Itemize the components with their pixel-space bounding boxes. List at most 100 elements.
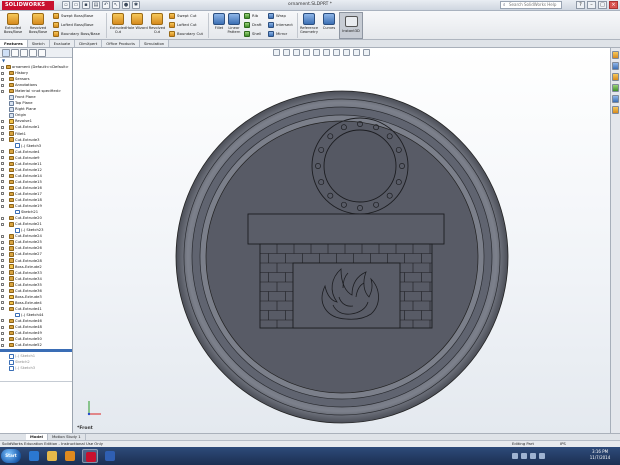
reference-geometry-button[interactable]: Reference Geometry — [297, 13, 321, 34]
taskbar-media[interactable] — [62, 449, 78, 463]
tab-dimxpert[interactable]: DimXpert — [75, 40, 103, 47]
dimxpert-manager-icon[interactable] — [29, 49, 37, 57]
volume-icon[interactable] — [530, 453, 536, 459]
flag-icon[interactable] — [539, 453, 545, 459]
property-manager-icon[interactable] — [11, 49, 19, 57]
swept-boss-button[interactable]: Swept Boss/Base — [52, 12, 93, 20]
expand-toggle-icon[interactable] — [1, 325, 4, 329]
tab-evaluate[interactable]: Evaluate — [49, 40, 76, 47]
expand-toggle-icon[interactable] — [1, 307, 4, 311]
expand-toggle-icon[interactable] — [1, 65, 4, 69]
extruded-boss-button[interactable]: Extruded Boss/Base — [2, 13, 24, 34]
taskbar-solidworks[interactable] — [82, 449, 98, 463]
expand-toggle-icon[interactable] — [1, 204, 4, 208]
expand-toggle-icon[interactable] — [1, 186, 4, 190]
solidworks-resources-icon[interactable] — [612, 51, 619, 59]
expand-toggle-icon[interactable] — [1, 156, 4, 160]
instant3d-button[interactable]: Instant3D — [339, 12, 363, 39]
taskbar-explorer[interactable] — [44, 449, 60, 463]
expand-toggle-icon[interactable] — [1, 259, 4, 262]
expand-toggle-icon[interactable] — [1, 271, 4, 275]
expand-toggle-icon[interactable] — [1, 216, 4, 220]
expand-toggle-icon[interactable] — [1, 168, 4, 172]
lofted-cut-button[interactable]: Lofted Cut — [168, 21, 197, 29]
lofted-boss-button[interactable]: Lofted Boss/Base — [52, 21, 94, 29]
swept-cut-button[interactable]: Swept Cut — [168, 12, 197, 20]
intersect-button[interactable]: Intersect — [267, 21, 293, 29]
new-document-icon[interactable]: ▫ — [62, 1, 70, 9]
tab-simulation[interactable]: Simulation — [139, 40, 170, 47]
expand-toggle-icon[interactable] — [1, 246, 4, 250]
expand-toggle-icon[interactable] — [1, 162, 4, 166]
expand-toggle-icon[interactable] — [1, 125, 4, 129]
expand-toggle-icon[interactable] — [1, 283, 4, 287]
expand-toggle-icon[interactable] — [1, 289, 4, 293]
start-button[interactable]: Start — [1, 449, 21, 463]
expand-toggle-icon[interactable] — [1, 343, 4, 347]
expand-toggle-icon[interactable] — [1, 119, 4, 123]
tab-features[interactable]: Features — [0, 40, 28, 47]
expand-toggle-icon[interactable] — [1, 265, 4, 269]
expand-toggle-icon[interactable] — [1, 180, 4, 184]
help-icon[interactable]: ? — [576, 1, 585, 9]
mirror-button[interactable]: Mirror — [267, 30, 287, 38]
revolved-boss-button[interactable]: Revolved Boss/Base — [27, 13, 49, 34]
linear-pattern-button[interactable]: Linear Pattern — [223, 13, 245, 34]
taskbar-word[interactable] — [102, 449, 118, 463]
expand-toggle-icon[interactable] — [1, 319, 4, 323]
expand-toggle-icon[interactable] — [1, 198, 4, 202]
expand-toggle-icon[interactable] — [1, 77, 4, 81]
options-gear-icon[interactable]: ✱ — [132, 1, 140, 9]
boundary-cut-button[interactable]: Boundary Cut — [168, 30, 203, 38]
draft-button[interactable]: Draft — [243, 21, 262, 29]
expand-toggle-icon[interactable] — [1, 89, 4, 93]
custom-properties-icon[interactable] — [612, 106, 619, 114]
taskbar-clock[interactable]: 3:16 PM 11/7/2014 — [582, 449, 618, 461]
display-manager-icon[interactable] — [38, 49, 46, 57]
expand-toggle-icon[interactable] — [1, 174, 4, 178]
tray-chevron-icon[interactable] — [512, 453, 518, 459]
expand-toggle-icon[interactable] — [1, 234, 4, 238]
expand-toggle-icon[interactable] — [1, 138, 4, 142]
feature-tree-item[interactable]: Cut-Extrude52 — [0, 342, 72, 348]
select-arrow-icon[interactable]: ↖ — [112, 1, 120, 9]
hole-wizard-button[interactable]: Hole Wizard — [126, 13, 148, 30]
expand-toggle-icon[interactable] — [1, 337, 4, 341]
print-icon[interactable]: ▤ — [92, 1, 100, 9]
tab-office-products[interactable]: Office Products — [102, 40, 140, 47]
configuration-manager-icon[interactable] — [20, 49, 28, 57]
feature-tree-item[interactable]: (-) Sketch3 — [0, 365, 72, 371]
shell-button[interactable]: Shell — [243, 30, 261, 38]
curves-button[interactable]: Curves — [319, 13, 339, 30]
save-icon[interactable]: ▪ — [82, 1, 90, 9]
maximize-button[interactable]: □ — [598, 1, 607, 9]
rollback-bar[interactable] — [0, 349, 72, 353]
boundary-boss-button[interactable]: Boundary Boss/Base — [52, 30, 100, 38]
solidworks-logo[interactable]: SOLIDWORKS — [2, 1, 54, 10]
design-library-icon[interactable] — [612, 62, 619, 70]
rebuild-icon[interactable]: ● — [122, 1, 130, 9]
view-palette-icon[interactable] — [612, 84, 619, 92]
graphics-area[interactable]: *Front — [73, 48, 610, 433]
expand-toggle-icon[interactable] — [1, 252, 4, 256]
expand-toggle-icon[interactable] — [1, 71, 4, 75]
expand-toggle-icon[interactable] — [1, 192, 4, 196]
wrap-button[interactable]: Wrap — [267, 12, 286, 20]
expand-toggle-icon[interactable] — [1, 301, 4, 305]
undo-icon[interactable]: ↶ — [102, 1, 110, 9]
expand-toggle-icon[interactable] — [1, 150, 4, 154]
revolved-cut-button[interactable]: Revolved Cut — [146, 13, 168, 34]
taskbar-ie[interactable] — [26, 449, 42, 463]
expand-toggle-icon[interactable] — [1, 83, 4, 87]
file-explorer-icon[interactable] — [612, 73, 619, 81]
appearances-scenes-icon[interactable] — [612, 95, 619, 103]
expand-toggle-icon[interactable] — [1, 132, 4, 136]
rib-button[interactable]: Rib — [243, 12, 258, 20]
expand-toggle-icon[interactable] — [1, 222, 4, 226]
feature-tree-icon[interactable] — [2, 49, 10, 57]
help-search-input[interactable]: ⌕ Search SolidWorks Help — [500, 1, 562, 9]
network-icon[interactable] — [521, 453, 527, 459]
minimize-button[interactable]: – — [587, 1, 596, 9]
ornament-model[interactable] — [73, 48, 610, 433]
expand-toggle-icon[interactable] — [1, 277, 4, 281]
